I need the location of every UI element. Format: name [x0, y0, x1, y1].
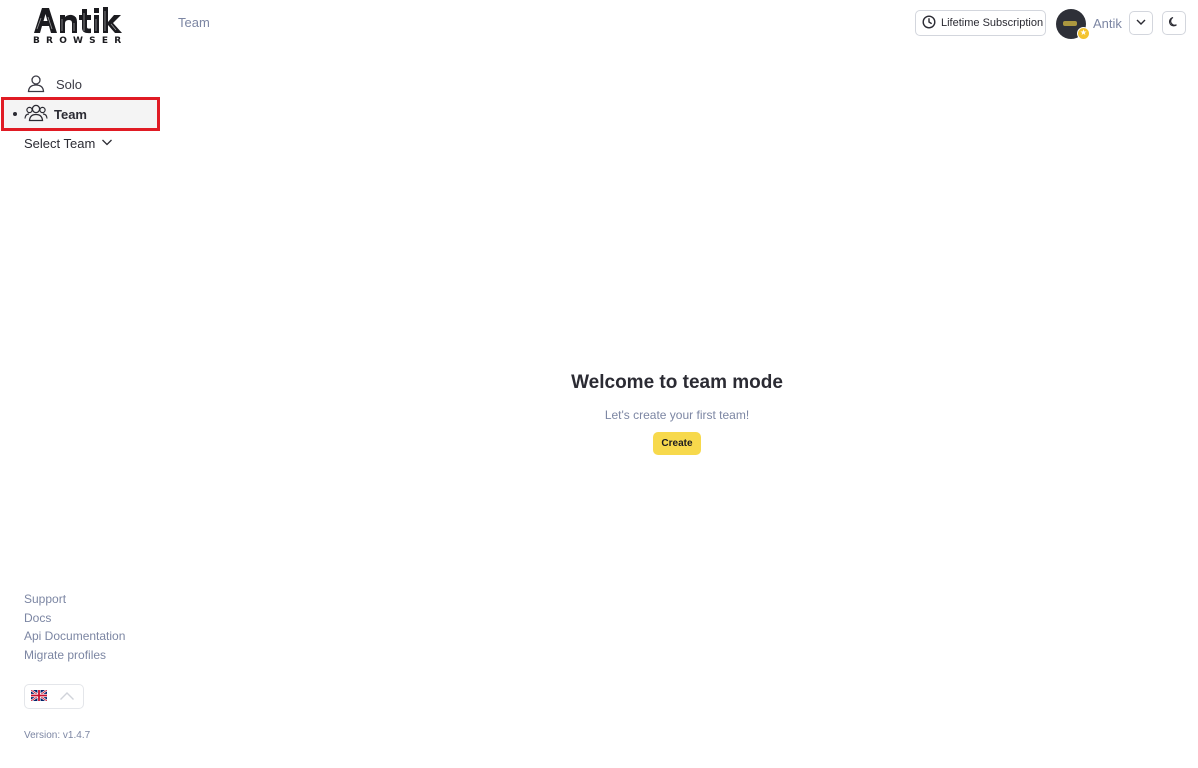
- clock-icon: [922, 14, 936, 32]
- footer-links: Support Docs Api Documentation Migrate p…: [24, 590, 125, 664]
- logo-wordmark: [34, 7, 122, 34]
- api-documentation-link[interactable]: Api Documentation: [24, 627, 125, 646]
- docs-link[interactable]: Docs: [24, 609, 125, 628]
- migrate-profiles-link[interactable]: Migrate profiles: [24, 646, 125, 665]
- sidebar-item-label: Team: [54, 106, 87, 122]
- language-selector[interactable]: [24, 684, 84, 709]
- lifetime-subscription-button[interactable]: Lifetime Subscription: [915, 10, 1046, 36]
- create-team-button[interactable]: Create: [653, 432, 701, 455]
- breadcrumb: Team: [178, 15, 210, 30]
- team-empty-state: Welcome to team mode Let's create your f…: [477, 372, 877, 455]
- page-subtitle: Let's create your first team!: [604, 408, 750, 422]
- sidebar-item-label: Solo: [56, 76, 83, 92]
- chevron-up-icon: [59, 688, 75, 706]
- antik-browser-logo[interactable]: BROWSER: [32, 5, 128, 47]
- version-label: Version: v1.4.7: [24, 730, 91, 741]
- account-dropdown-button[interactable]: [1129, 11, 1153, 35]
- chevron-down-icon: [101, 136, 113, 151]
- app-window: BROWSER Team Lifetime Subscription ★ Ant…: [0, 0, 1198, 768]
- sidebar-item-team[interactable]: Team: [1, 97, 160, 131]
- subscription-label: Lifetime Subscription: [941, 17, 1044, 29]
- avatar-logo-mark: [1063, 21, 1077, 26]
- page-title: Welcome to team mode: [571, 372, 783, 393]
- active-dot-icon: [13, 112, 17, 116]
- sidebar-item-solo[interactable]: Solo: [26, 73, 82, 95]
- chevron-down-icon: [1135, 16, 1147, 31]
- theme-toggle-button[interactable]: [1162, 11, 1186, 35]
- user-name[interactable]: Antik: [1093, 16, 1122, 31]
- users-icon: [24, 103, 48, 126]
- select-team-label: Select Team: [24, 136, 96, 151]
- avatar[interactable]: ★: [1056, 9, 1090, 40]
- logo-subtitle: BROWSER: [33, 36, 128, 46]
- select-team-dropdown[interactable]: Select Team: [24, 136, 113, 151]
- user-icon: [26, 73, 46, 96]
- support-link[interactable]: Support: [24, 590, 125, 609]
- crown-badge-icon: ★: [1077, 27, 1090, 40]
- uk-flag-icon: [30, 688, 48, 706]
- moon-icon: [1168, 16, 1180, 31]
